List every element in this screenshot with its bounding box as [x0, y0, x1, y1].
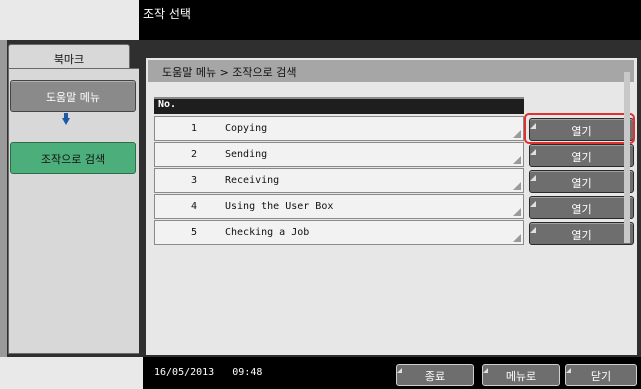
row-name: Sending: [225, 149, 268, 160]
row-name: Checking a Job: [225, 227, 310, 238]
corner-icon: [397, 368, 402, 373]
bookmark-tab-label: 북마크: [53, 53, 85, 66]
open-button[interactable]: 열기: [529, 144, 634, 167]
open-button[interactable]: 열기: [529, 170, 634, 193]
breadcrumb-text: 도움말 메뉴 > 조작으로 검색: [162, 66, 297, 79]
open-button[interactable]: 열기: [529, 196, 634, 219]
table-row[interactable]: 5 Checking a Job: [154, 220, 524, 245]
help-menu-label: 도움말 메뉴: [45, 91, 101, 104]
open-button-label: 열기: [571, 177, 592, 190]
breadcrumb: 도움말 메뉴 > 조작으로 검색: [148, 60, 634, 82]
end-button[interactable]: 종료: [396, 364, 474, 386]
to-menu-button-label: 메뉴로: [505, 370, 537, 383]
highlight-outline: [524, 113, 635, 144]
corner-icon: [530, 175, 536, 181]
end-button-label: 종료: [424, 370, 446, 383]
table-row[interactable]: 4 Using the User Box: [154, 194, 524, 219]
table-header-no: No.: [158, 99, 177, 110]
row-name: Copying: [225, 123, 268, 134]
close-button[interactable]: 닫기: [565, 364, 637, 386]
arrow-down-icon: [62, 118, 70, 125]
open-button-label: 열기: [571, 203, 592, 216]
row-number: 1: [191, 123, 198, 134]
table-row[interactable]: 3 Receiving: [154, 168, 524, 193]
row-name: Receiving: [225, 175, 280, 186]
corner-icon: [513, 208, 521, 216]
to-menu-button[interactable]: 메뉴로: [482, 364, 560, 386]
date: 16/05/2013: [154, 367, 215, 378]
corner-icon: [513, 156, 521, 164]
time: 09:48: [232, 367, 263, 378]
corner-icon: [530, 201, 536, 207]
corner-icon: [483, 368, 488, 373]
corner-icon: [513, 130, 521, 138]
bookmark-tab[interactable]: 북마크: [8, 44, 130, 70]
open-button[interactable]: 열기: [529, 222, 634, 245]
date-time: 16/05/2013 09:48: [154, 367, 262, 378]
row-number: 3: [191, 175, 198, 186]
corner-icon: [513, 182, 521, 190]
close-button-label: 닫기: [590, 370, 612, 383]
row-number: 5: [191, 227, 198, 238]
corner-icon: [530, 227, 536, 233]
open-button-label: 열기: [571, 229, 592, 242]
row-number: 2: [191, 149, 198, 160]
title-bar: [0, 0, 641, 40]
help-menu-button[interactable]: 도움말 메뉴: [10, 80, 136, 112]
corner-icon: [566, 368, 571, 373]
search-by-operation-label: 조작으로 검색: [40, 153, 106, 166]
table-header: No.: [154, 97, 524, 114]
window-title: 조작 선택: [143, 7, 191, 21]
row-number: 4: [191, 201, 198, 212]
status-bar-left-pad: [0, 357, 143, 389]
open-button-label: 열기: [571, 151, 592, 164]
table-row[interactable]: 2 Sending: [154, 142, 524, 167]
row-name: Using the User Box: [225, 201, 334, 212]
title-bar-left-pad: [0, 0, 139, 40]
side-strip: [0, 40, 7, 357]
corner-icon: [513, 234, 521, 242]
search-by-operation-button[interactable]: 조작으로 검색: [10, 142, 136, 174]
corner-icon: [530, 149, 536, 155]
table-row[interactable]: 1 Copying: [154, 116, 524, 141]
scrollbar[interactable]: [624, 72, 630, 243]
